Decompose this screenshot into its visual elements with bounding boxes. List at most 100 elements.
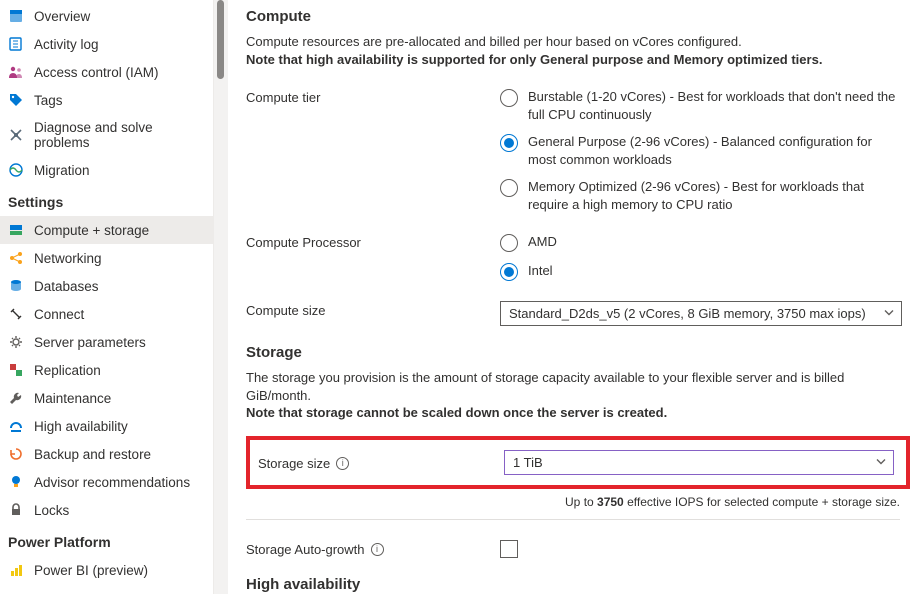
nav-label: Advisor recommendations — [34, 475, 190, 490]
section-header-settings: Settings — [0, 184, 213, 216]
section-header-power-platform: Power Platform — [0, 524, 213, 556]
nav-access-control[interactable]: Access control (IAM) — [0, 58, 213, 86]
scrollbar[interactable] — [214, 0, 228, 594]
select-value: Standard_D2ds_v5 (2 vCores, 8 GiB memory… — [509, 306, 866, 321]
nav-label: High availability — [34, 419, 128, 434]
nav-locks[interactable]: Locks — [0, 496, 213, 524]
nav-label: Compute + storage — [34, 223, 149, 238]
nav-server-parameters[interactable]: Server parameters — [0, 328, 213, 356]
nav-databases[interactable]: Databases — [0, 272, 213, 300]
radio-memory-optimized[interactable]: Memory Optimized (2-96 vCores) - Best fo… — [500, 178, 910, 213]
radio-amd[interactable]: AMD — [500, 233, 910, 252]
radio-label: AMD — [528, 233, 557, 251]
nav-label: Power BI (preview) — [34, 563, 148, 578]
select-value: 1 TiB — [513, 455, 543, 470]
advisor-icon — [8, 474, 24, 490]
storage-size-label: Storage size i — [258, 454, 504, 471]
nav-compute-storage[interactable]: Compute + storage — [0, 216, 213, 244]
radio-general-purpose[interactable]: General Purpose (2-96 vCores) - Balanced… — [500, 133, 910, 168]
radio-label: General Purpose (2-96 vCores) - Balanced… — [528, 133, 898, 168]
nav-migration[interactable]: Migration — [0, 156, 213, 184]
chevron-down-icon — [883, 306, 895, 321]
nav-label: Databases — [34, 279, 99, 294]
nav-label: Activity log — [34, 37, 99, 52]
chevron-down-icon — [875, 455, 887, 470]
storage-title: Storage — [246, 344, 910, 361]
locks-icon — [8, 502, 24, 518]
nav-label: Access control (IAM) — [34, 65, 159, 80]
radio-icon — [500, 263, 518, 281]
overview-icon — [8, 8, 24, 24]
backup-restore-icon — [8, 446, 24, 462]
nav-maintenance[interactable]: Maintenance — [0, 384, 213, 412]
access-control-icon — [8, 64, 24, 80]
nav-label: Locks — [34, 503, 69, 518]
nav-label: Migration — [34, 163, 90, 178]
sidebar: Overview Activity log Access control (IA… — [0, 0, 214, 594]
compute-processor-row: Compute Processor AMD Intel — [246, 233, 910, 281]
activity-log-icon — [8, 36, 24, 52]
info-icon[interactable]: i — [336, 457, 349, 470]
nav-tags[interactable]: Tags — [0, 86, 213, 114]
migration-icon — [8, 162, 24, 178]
compute-size-label: Compute size — [246, 301, 500, 318]
tags-icon — [8, 92, 24, 108]
radio-label: Intel — [528, 262, 553, 280]
storage-autogrow-row: Storage Auto-growth i — [246, 540, 910, 558]
nav-label: Maintenance — [34, 391, 111, 406]
compute-size-select[interactable]: Standard_D2ds_v5 (2 vCores, 8 GiB memory… — [500, 301, 902, 326]
nav-advisor[interactable]: Advisor recommendations — [0, 468, 213, 496]
radio-burstable[interactable]: Burstable (1-20 vCores) - Best for workl… — [500, 88, 910, 123]
compute-processor-label: Compute Processor — [246, 233, 500, 250]
radio-icon — [500, 179, 518, 197]
nav-label: Server parameters — [34, 335, 146, 350]
storage-size-highlight: Storage size i 1 TiB — [246, 436, 910, 489]
power-bi-icon — [8, 562, 24, 578]
radio-icon — [500, 234, 518, 252]
radio-label: Memory Optimized (2-96 vCores) - Best fo… — [528, 178, 898, 213]
compute-desc: Compute resources are pre-allocated and … — [246, 33, 910, 68]
compute-title: Compute — [246, 8, 910, 25]
nav-activity-log[interactable]: Activity log — [0, 30, 213, 58]
iops-note: Up to 3750 effective IOPS for selected c… — [246, 495, 900, 509]
nav-replication[interactable]: Replication — [0, 356, 213, 384]
radio-icon — [500, 89, 518, 107]
nav-label: Diagnose and solve problems — [34, 120, 203, 150]
connect-icon — [8, 306, 24, 322]
radio-intel[interactable]: Intel — [500, 262, 910, 281]
replication-icon — [8, 362, 24, 378]
nav-label: Backup and restore — [34, 447, 151, 462]
radio-label: Burstable (1-20 vCores) - Best for workl… — [528, 88, 898, 123]
nav-backup-restore[interactable]: Backup and restore — [0, 440, 213, 468]
nav-label: Connect — [34, 307, 84, 322]
nav-diagnose[interactable]: Diagnose and solve problems — [0, 114, 213, 156]
nav-label: Replication — [34, 363, 101, 378]
compute-processor-options: AMD Intel — [500, 233, 910, 281]
radio-icon — [500, 134, 518, 152]
nav-power-bi[interactable]: Power BI (preview) — [0, 556, 213, 584]
storage-autogrow-label: Storage Auto-growth i — [246, 540, 500, 557]
info-icon[interactable]: i — [371, 543, 384, 556]
main-content: Compute Compute resources are pre-alloca… — [228, 0, 916, 594]
compute-tier-options: Burstable (1-20 vCores) - Best for workl… — [500, 88, 910, 213]
compute-size-row: Compute size Standard_D2ds_v5 (2 vCores,… — [246, 301, 910, 326]
nav-connect[interactable]: Connect — [0, 300, 213, 328]
networking-icon — [8, 250, 24, 266]
nav-label: Networking — [34, 251, 102, 266]
storage-desc: The storage you provision is the amount … — [246, 369, 910, 422]
nav-high-availability[interactable]: High availability — [0, 412, 213, 440]
storage-size-select[interactable]: 1 TiB — [504, 450, 894, 475]
nav-label: Overview — [34, 9, 90, 24]
databases-icon — [8, 278, 24, 294]
nav-label: Tags — [34, 93, 63, 108]
compute-tier-label: Compute tier — [246, 88, 500, 105]
nav-networking[interactable]: Networking — [0, 244, 213, 272]
compute-storage-icon — [8, 222, 24, 238]
maintenance-icon — [8, 390, 24, 406]
server-parameters-icon — [8, 334, 24, 350]
scrollbar-thumb[interactable] — [217, 0, 224, 79]
storage-autogrow-checkbox[interactable] — [500, 540, 518, 558]
nav-overview[interactable]: Overview — [0, 2, 213, 30]
ha-title: High availability — [246, 576, 910, 593]
compute-tier-row: Compute tier Burstable (1-20 vCores) - B… — [246, 88, 910, 213]
